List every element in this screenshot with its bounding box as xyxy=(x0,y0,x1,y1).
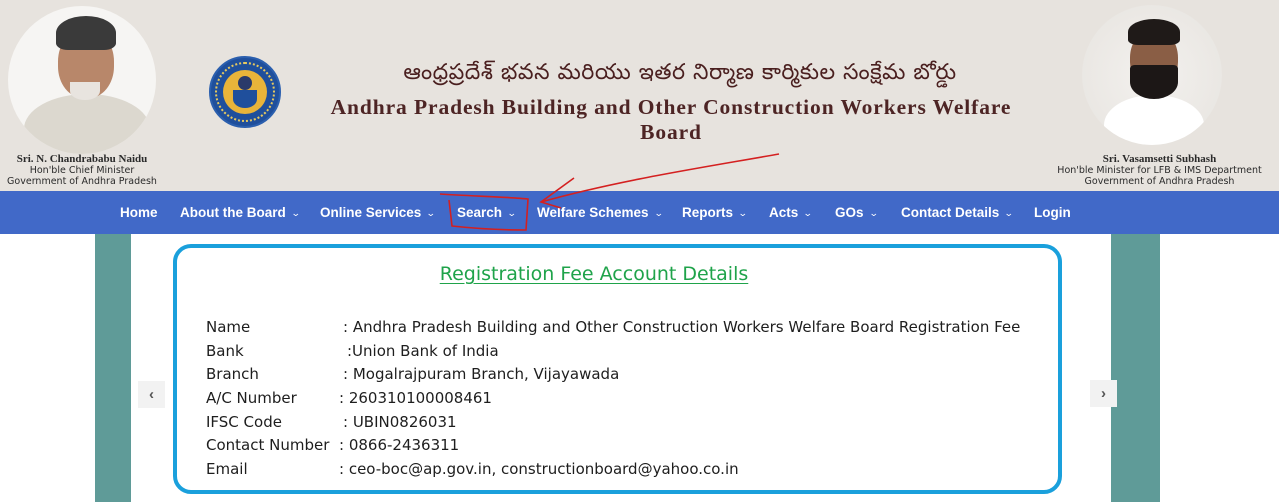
detail-label: Name xyxy=(206,318,251,336)
detail-label: Bank xyxy=(206,341,244,360)
left-side-column xyxy=(95,234,131,502)
chevron-left-icon: ‹ xyxy=(149,386,154,403)
detail-value: : UBIN0826031 xyxy=(343,412,457,431)
account-details-card: Registration Fee Account Details Name : A… xyxy=(173,244,1062,494)
logo-hands xyxy=(233,90,257,108)
nav-label: GOs xyxy=(835,205,864,220)
chevron-down-icon: ⌄ xyxy=(1004,208,1014,218)
nav-label: Welfare Schemes xyxy=(537,205,649,220)
main-nav: Home About the Board ⌄ Online Services ⌄ S… xyxy=(0,191,1279,234)
person-hair xyxy=(1128,19,1180,45)
chevron-down-icon: ⌄ xyxy=(803,208,813,218)
detail-value: : Mogalrajpuram Branch, Vijayawada xyxy=(343,365,620,384)
detail-label: Branch xyxy=(206,365,259,384)
nav-label: Contact Details xyxy=(901,205,1000,220)
nav-contact-details[interactable]: Contact Details ⌄ xyxy=(901,191,1014,234)
carousel-prev-button[interactable]: ‹ xyxy=(138,381,165,408)
board-emblem-logo-icon[interactable] xyxy=(209,56,281,128)
minister-caption: Sri. Vasamsetti Subhash Hon'ble Minister… xyxy=(1040,153,1279,188)
nav-label: Acts xyxy=(769,205,799,220)
nav-login[interactable]: Login xyxy=(1034,191,1071,234)
nav-search[interactable]: Search ⌄ xyxy=(457,191,517,234)
logo-inner xyxy=(223,70,267,114)
person-government: Government of Andhra Pradesh xyxy=(7,176,157,187)
site-title-english: Andhra Pradesh Building and Other Constr… xyxy=(330,95,1012,144)
person-beard xyxy=(1130,65,1178,99)
nav-about-the-board[interactable]: About the Board ⌄ xyxy=(180,191,301,234)
detail-label: Contact Number xyxy=(206,436,330,455)
person-designation: Hon'ble Chief Minister xyxy=(29,165,135,176)
detail-value: :Union Bank of India xyxy=(347,341,499,360)
detail-value: : ceo-boc@ap.gov.in, constructionboard@y… xyxy=(339,460,739,479)
nav-gos[interactable]: GOs ⌄ xyxy=(835,191,879,234)
chevron-down-icon: ⌄ xyxy=(653,208,664,218)
detail-value: : 260310100008461 xyxy=(339,389,492,408)
person-body xyxy=(1104,95,1204,145)
nav-label: Search xyxy=(457,205,503,220)
detail-label: Email xyxy=(206,460,248,479)
chief-minister-photo xyxy=(8,6,156,154)
detail-label: IFSC Code xyxy=(206,412,282,431)
nav-label: Login xyxy=(1034,205,1071,220)
person-name: Sri. N. Chandrababu Naidu xyxy=(16,153,148,165)
right-side-column xyxy=(1111,234,1160,502)
nav-home[interactable]: Home xyxy=(120,191,158,234)
person-name: Sri. Vasamsetti Subhash xyxy=(1102,153,1217,165)
person-beard xyxy=(70,82,100,100)
nav-online-services[interactable]: Online Services ⌄ xyxy=(320,191,436,234)
minister-photo xyxy=(1082,5,1222,145)
detail-label: A/C Number xyxy=(206,389,297,408)
chevron-down-icon: ⌄ xyxy=(868,208,879,218)
nav-welfare-schemes[interactable]: Welfare Schemes ⌄ xyxy=(537,191,664,234)
nav-label: About the Board xyxy=(180,205,286,220)
chevron-down-icon: ⌄ xyxy=(737,208,748,218)
person-government: Government of Andhra Pradesh xyxy=(1084,176,1235,187)
chief-minister-caption: Sri. N. Chandrababu Naidu Hon'ble Chief … xyxy=(0,153,176,188)
site-header: Sri. N. Chandrababu Naidu Hon'ble Chief … xyxy=(0,0,1279,191)
chevron-down-icon: ⌄ xyxy=(506,208,517,218)
nav-label: Online Services xyxy=(320,205,422,220)
card-title: Registration Fee Account Details xyxy=(439,263,749,285)
nav-reports[interactable]: Reports ⌄ xyxy=(682,191,748,234)
person-designation: Hon'ble Minister for LFB & IMS Departmen… xyxy=(1057,165,1262,176)
nav-label: Home xyxy=(120,205,158,220)
nav-label: Reports xyxy=(682,205,734,220)
nav-acts[interactable]: Acts ⌄ xyxy=(769,191,813,234)
chevron-down-icon: ⌄ xyxy=(290,208,301,218)
person-hair xyxy=(56,16,116,50)
chevron-down-icon: ⌄ xyxy=(426,208,436,218)
person-body xyxy=(24,94,150,154)
carousel-next-button[interactable]: › xyxy=(1090,380,1117,407)
detail-value: : Andhra Pradesh Building and Other Cons… xyxy=(343,318,1021,336)
logo-figures xyxy=(238,76,252,90)
chevron-right-icon: › xyxy=(1101,385,1106,402)
detail-value: : 0866-2436311 xyxy=(339,436,460,455)
site-title-telugu: ఆంధ్రప్రదేశ్ భవన మరియు ఇతర నిర్మాణ కార్మ… xyxy=(403,60,957,85)
